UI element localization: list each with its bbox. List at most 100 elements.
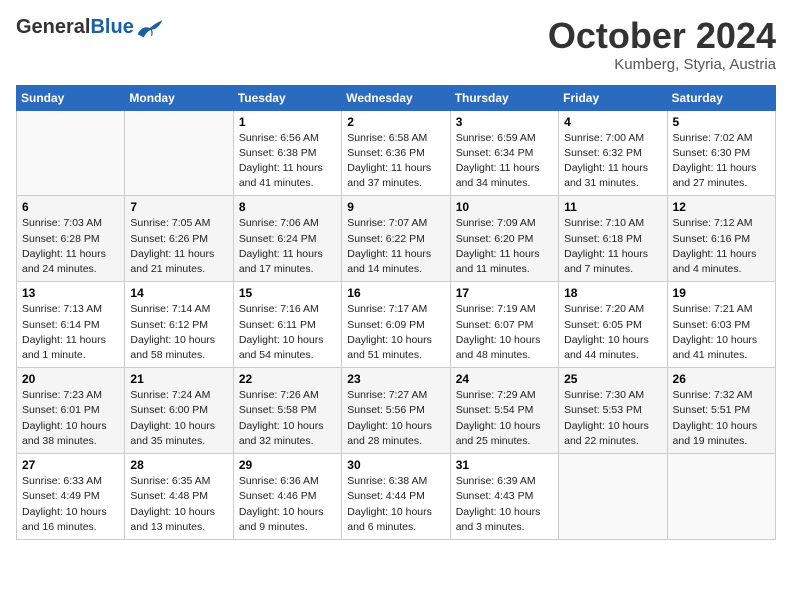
- day-info: Sunrise: 7:06 AM Sunset: 6:24 PM Dayligh…: [239, 216, 336, 277]
- day-info: Sunrise: 6:59 AM Sunset: 6:34 PM Dayligh…: [456, 131, 553, 192]
- day-info: Sunrise: 7:12 AM Sunset: 6:16 PM Dayligh…: [673, 216, 770, 277]
- day-info: Sunrise: 7:23 AM Sunset: 6:01 PM Dayligh…: [22, 388, 119, 449]
- day-number: 25: [564, 372, 661, 386]
- day-number: 24: [456, 372, 553, 386]
- calendar-cell: 1 Sunrise: 6:56 AM Sunset: 6:38 PM Daylig…: [233, 110, 341, 196]
- day-number: 4: [564, 115, 661, 129]
- calendar-header-row: SundayMondayTuesdayWednesdayThursdayFrid…: [17, 85, 776, 110]
- day-number: 31: [456, 458, 553, 472]
- weekday-header-tuesday: Tuesday: [233, 85, 341, 110]
- day-info: Sunrise: 7:05 AM Sunset: 6:26 PM Dayligh…: [130, 216, 227, 277]
- day-number: 29: [239, 458, 336, 472]
- day-number: 23: [347, 372, 444, 386]
- day-info: Sunrise: 7:26 AM Sunset: 5:58 PM Dayligh…: [239, 388, 336, 449]
- day-info: Sunrise: 6:56 AM Sunset: 6:38 PM Dayligh…: [239, 131, 336, 192]
- calendar-cell: 26 Sunrise: 7:32 AM Sunset: 5:51 PM Dayli…: [667, 368, 775, 454]
- weekday-header-wednesday: Wednesday: [342, 85, 450, 110]
- day-number: 16: [347, 286, 444, 300]
- calendar-week-row: 6Sunrise: 7:03 AM Sunset: 6:28 PM Daylig…: [17, 196, 776, 282]
- calendar-cell: 24Sunrise: 7:29 AM Sunset: 5:54 PM Dayli…: [450, 368, 558, 454]
- calendar-cell: 29 Sunrise: 6:36 AM Sunset: 4:46 PM Dayli…: [233, 454, 341, 540]
- calendar-cell: 31 Sunrise: 6:39 AM Sunset: 4:43 PM Dayli…: [450, 454, 558, 540]
- month-title: October 2024: [548, 16, 776, 56]
- day-info: Sunrise: 7:20 AM Sunset: 6:05 PM Dayligh…: [564, 302, 661, 363]
- day-number: 26: [673, 372, 770, 386]
- day-info: Sunrise: 7:19 AM Sunset: 6:07 PM Dayligh…: [456, 302, 553, 363]
- calendar-cell: 16 Sunrise: 7:17 AM Sunset: 6:09 PM Dayli…: [342, 282, 450, 368]
- day-info: Sunrise: 7:10 AM Sunset: 6:18 PM Dayligh…: [564, 216, 661, 277]
- day-number: 1: [239, 115, 336, 129]
- calendar-cell: 27 Sunrise: 6:33 AM Sunset: 4:49 PM Dayli…: [17, 454, 125, 540]
- calendar-cell: [667, 454, 775, 540]
- calendar-cell: 20 Sunrise: 7:23 AM Sunset: 6:01 PM Dayli…: [17, 368, 125, 454]
- weekday-header-thursday: Thursday: [450, 85, 558, 110]
- calendar-cell: [559, 454, 667, 540]
- calendar-cell: 14Sunrise: 7:14 AM Sunset: 6:12 PM Dayli…: [125, 282, 233, 368]
- day-number: 5: [673, 115, 770, 129]
- calendar-cell: 5 Sunrise: 7:02 AM Sunset: 6:30 PM Daylig…: [667, 110, 775, 196]
- day-number: 7: [130, 200, 227, 214]
- calendar-cell: 8 Sunrise: 7:06 AM Sunset: 6:24 PM Daylig…: [233, 196, 341, 282]
- day-info: Sunrise: 7:13 AM Sunset: 6:14 PM Dayligh…: [22, 302, 119, 363]
- calendar-cell: 12 Sunrise: 7:12 AM Sunset: 6:16 PM Dayli…: [667, 196, 775, 282]
- calendar-week-row: 13 Sunrise: 7:13 AM Sunset: 6:14 PM Dayli…: [17, 282, 776, 368]
- day-number: 19: [673, 286, 770, 300]
- calendar-week-row: 1 Sunrise: 6:56 AM Sunset: 6:38 PM Daylig…: [17, 110, 776, 196]
- day-info: Sunrise: 6:35 AM Sunset: 4:48 PM Dayligh…: [130, 474, 227, 535]
- day-number: 28: [130, 458, 227, 472]
- day-number: 17: [456, 286, 553, 300]
- day-info: Sunrise: 7:30 AM Sunset: 5:53 PM Dayligh…: [564, 388, 661, 449]
- day-info: Sunrise: 6:39 AM Sunset: 4:43 PM Dayligh…: [456, 474, 553, 535]
- logo-bird-icon: [136, 17, 164, 39]
- calendar-cell: 21Sunrise: 7:24 AM Sunset: 6:00 PM Dayli…: [125, 368, 233, 454]
- calendar-cell: 22Sunrise: 7:26 AM Sunset: 5:58 PM Dayli…: [233, 368, 341, 454]
- day-number: 20: [22, 372, 119, 386]
- title-block: October 2024 Kumberg, Styria, Austria: [548, 16, 776, 73]
- day-info: Sunrise: 7:03 AM Sunset: 6:28 PM Dayligh…: [22, 216, 119, 277]
- calendar-cell: 13 Sunrise: 7:13 AM Sunset: 6:14 PM Dayli…: [17, 282, 125, 368]
- day-number: 12: [673, 200, 770, 214]
- calendar-cell: 2 Sunrise: 6:58 AM Sunset: 6:36 PM Daylig…: [342, 110, 450, 196]
- day-info: Sunrise: 6:38 AM Sunset: 4:44 PM Dayligh…: [347, 474, 444, 535]
- day-info: Sunrise: 7:32 AM Sunset: 5:51 PM Dayligh…: [673, 388, 770, 449]
- day-number: 13: [22, 286, 119, 300]
- day-number: 9: [347, 200, 444, 214]
- weekday-header-saturday: Saturday: [667, 85, 775, 110]
- day-number: 8: [239, 200, 336, 214]
- day-number: 27: [22, 458, 119, 472]
- page-header: GeneralBlue October 2024 Kumberg, Styria…: [16, 16, 776, 73]
- day-info: Sunrise: 7:07 AM Sunset: 6:22 PM Dayligh…: [347, 216, 444, 277]
- calendar-cell: 18 Sunrise: 7:20 AM Sunset: 6:05 PM Dayli…: [559, 282, 667, 368]
- day-number: 30: [347, 458, 444, 472]
- calendar-cell: 23Sunrise: 7:27 AM Sunset: 5:56 PM Dayli…: [342, 368, 450, 454]
- logo-blue: Blue: [90, 16, 133, 38]
- logo-general: General: [16, 16, 90, 38]
- day-info: Sunrise: 7:17 AM Sunset: 6:09 PM Dayligh…: [347, 302, 444, 363]
- day-info: Sunrise: 7:02 AM Sunset: 6:30 PM Dayligh…: [673, 131, 770, 192]
- calendar-cell: 15Sunrise: 7:16 AM Sunset: 6:11 PM Dayli…: [233, 282, 341, 368]
- day-number: 21: [130, 372, 227, 386]
- calendar-cell: 30 Sunrise: 6:38 AM Sunset: 4:44 PM Dayli…: [342, 454, 450, 540]
- day-number: 11: [564, 200, 661, 214]
- day-info: Sunrise: 7:14 AM Sunset: 6:12 PM Dayligh…: [130, 302, 227, 363]
- day-number: 2: [347, 115, 444, 129]
- calendar-cell: 7 Sunrise: 7:05 AM Sunset: 6:26 PM Daylig…: [125, 196, 233, 282]
- calendar-week-row: 20 Sunrise: 7:23 AM Sunset: 6:01 PM Dayli…: [17, 368, 776, 454]
- calendar-cell: 17 Sunrise: 7:19 AM Sunset: 6:07 PM Dayli…: [450, 282, 558, 368]
- calendar-table: SundayMondayTuesdayWednesdayThursdayFrid…: [16, 85, 776, 540]
- calendar-cell: 19 Sunrise: 7:21 AM Sunset: 6:03 PM Dayli…: [667, 282, 775, 368]
- calendar-cell: 28 Sunrise: 6:35 AM Sunset: 4:48 PM Dayli…: [125, 454, 233, 540]
- day-number: 3: [456, 115, 553, 129]
- weekday-header-sunday: Sunday: [17, 85, 125, 110]
- logo: GeneralBlue: [16, 16, 164, 39]
- weekday-header-monday: Monday: [125, 85, 233, 110]
- calendar-cell: 3 Sunrise: 6:59 AM Sunset: 6:34 PM Daylig…: [450, 110, 558, 196]
- day-info: Sunrise: 6:58 AM Sunset: 6:36 PM Dayligh…: [347, 131, 444, 192]
- day-info: Sunrise: 6:33 AM Sunset: 4:49 PM Dayligh…: [22, 474, 119, 535]
- day-info: Sunrise: 7:21 AM Sunset: 6:03 PM Dayligh…: [673, 302, 770, 363]
- calendar-week-row: 27 Sunrise: 6:33 AM Sunset: 4:49 PM Dayli…: [17, 454, 776, 540]
- calendar-cell: 4Sunrise: 7:00 AM Sunset: 6:32 PM Daylig…: [559, 110, 667, 196]
- day-number: 18: [564, 286, 661, 300]
- day-info: Sunrise: 6:36 AM Sunset: 4:46 PM Dayligh…: [239, 474, 336, 535]
- day-number: 15: [239, 286, 336, 300]
